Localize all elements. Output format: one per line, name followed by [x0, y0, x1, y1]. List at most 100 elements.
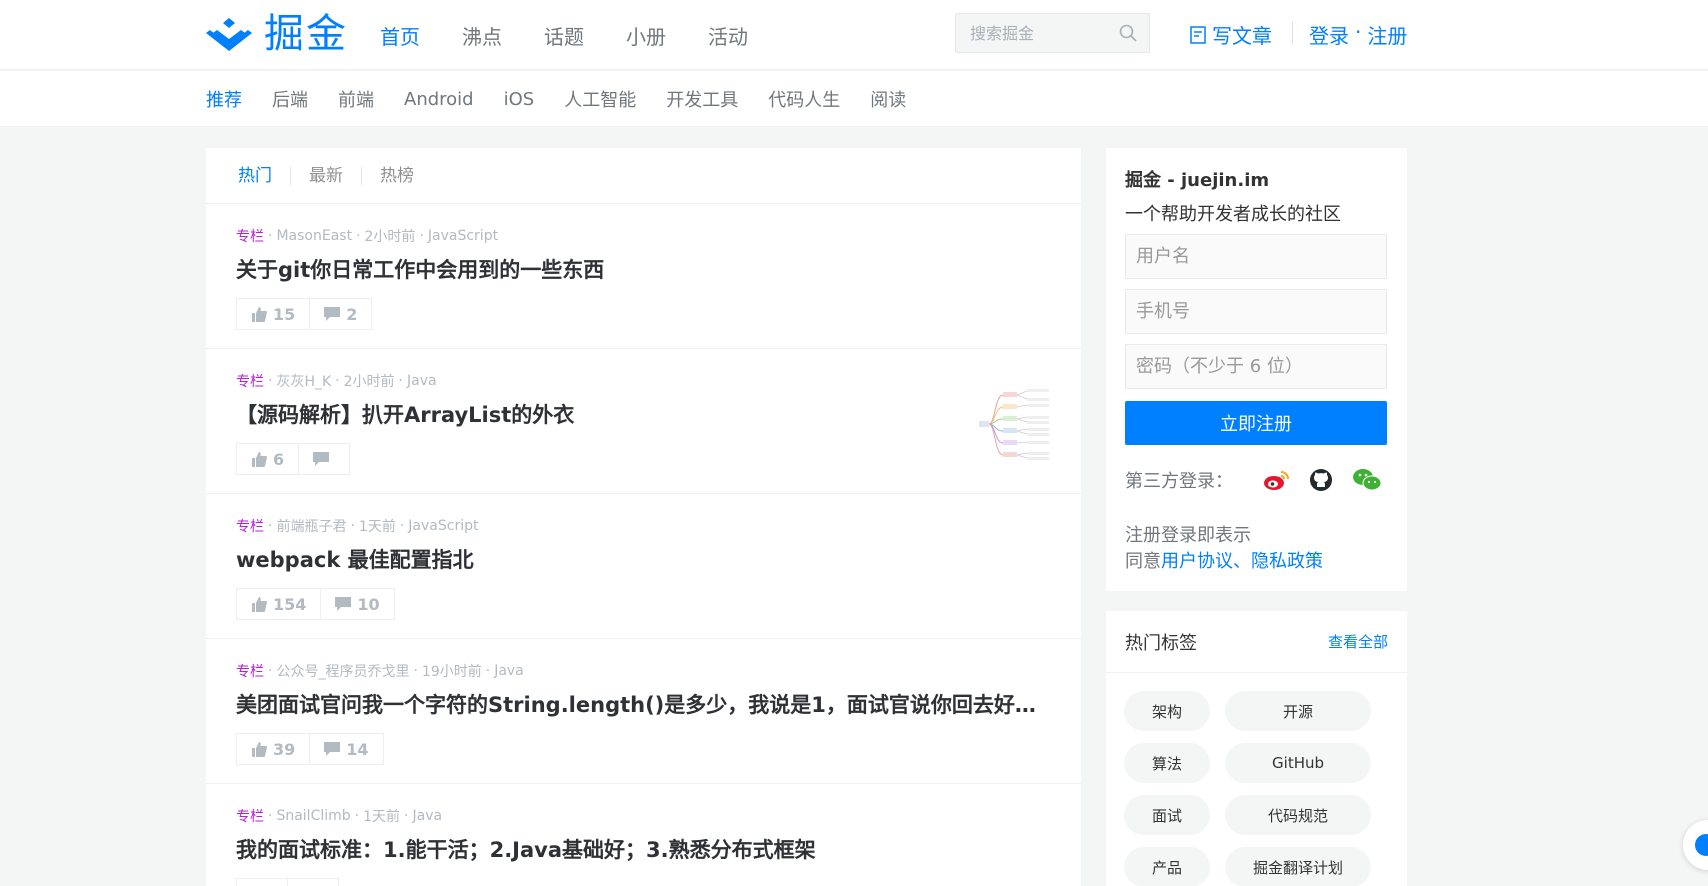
article-column[interactable]: 专栏 [236, 371, 264, 391]
article-item[interactable]: 专栏 · 前端瓶子君 · 1天前 · JavaScript webpack 最佳… [206, 494, 1081, 639]
article-tag[interactable]: Java [407, 373, 437, 389]
article-title[interactable]: 美团面试官问我一个字符的String.length()是多少，我说是1，面试官说… [236, 689, 1051, 719]
hot-tags-panel: 热门标签 查看全部 架构 开源 算法 GitHub 面试 代码规范 产品 掘金翻… [1106, 611, 1407, 886]
comment-button[interactable] [299, 443, 351, 475]
article-actions: 15 2 [236, 298, 1051, 330]
article-column[interactable]: 专栏 [236, 516, 264, 536]
category-career[interactable]: 代码人生 [768, 86, 840, 112]
article-actions: 6 [236, 443, 1051, 475]
login-link[interactable]: 登录 [1309, 20, 1349, 49]
category-frontend[interactable]: 前端 [338, 86, 374, 112]
article-meta: 专栏 · MasonEast · 2小时前 · JavaScript [236, 226, 499, 246]
category-nav: 推荐 后端 前端 Android iOS 人工智能 开发工具 代码人生 阅读 [0, 71, 1708, 127]
like-button[interactable]: 6 [236, 443, 300, 475]
article-column[interactable]: 专栏 [236, 806, 264, 826]
tag-item[interactable]: 代码规范 [1225, 795, 1372, 835]
wechat-icon[interactable] [1353, 468, 1381, 492]
tag-item[interactable]: 面试 [1124, 795, 1211, 835]
search-input[interactable] [956, 14, 1116, 52]
article-title[interactable]: 【源码解析】扒开ArrayList的外衣 [236, 399, 956, 429]
category-android[interactable]: Android [404, 89, 474, 110]
comment-button[interactable]: 2 [310, 298, 373, 330]
view-all-tags-link[interactable]: 查看全部 [1328, 631, 1388, 652]
tag-list: 架构 开源 算法 GitHub 面试 代码规范 产品 掘金翻译计划 [1106, 673, 1407, 886]
article-tag[interactable]: Java [494, 663, 524, 679]
article-time: 2小时前 [364, 229, 416, 245]
article-author[interactable]: 前端瓶子君 [276, 516, 346, 536]
article-actions [236, 878, 1051, 886]
nav-topics[interactable]: 话题 [544, 21, 584, 50]
thumbs-up-icon [252, 451, 267, 467]
article-thumbnail-mindmap[interactable] [977, 387, 1053, 463]
category-backend[interactable]: 后端 [272, 86, 308, 112]
article-time: 19小时前 [421, 664, 482, 680]
article-column[interactable]: 专栏 [236, 661, 264, 681]
username-field[interactable] [1125, 234, 1387, 279]
tab-hot[interactable]: 热门 [238, 166, 291, 185]
article-tag[interactable]: Java [412, 808, 442, 824]
article-item[interactable]: 专栏 · 灰灰H_K · 2小时前 · Java 【源码解析】扒开ArrayLi… [206, 349, 1081, 494]
juejin-logo-icon [206, 18, 252, 51]
nav-pins[interactable]: 沸点 [462, 21, 502, 50]
phone-field[interactable] [1125, 289, 1387, 334]
article-tag[interactable]: JavaScript [408, 518, 478, 534]
like-button[interactable] [236, 878, 288, 886]
article-item[interactable]: 专栏 · SnailClimb · 1天前 · Java 我的面试标准：1.能干… [206, 784, 1081, 886]
like-count: 6 [273, 449, 285, 469]
article-author[interactable]: SnailClimb [276, 808, 350, 824]
comment-button[interactable] [288, 878, 339, 886]
like-button[interactable]: 15 [236, 298, 311, 330]
tab-ranking[interactable]: 热榜 [362, 167, 432, 185]
user-agreement-link[interactable]: 用户协议 [1161, 551, 1233, 572]
terms-line1: 注册登录即表示 [1125, 525, 1251, 546]
article-title[interactable]: webpack 最佳配置指北 [236, 544, 1051, 574]
category-devtools[interactable]: 开发工具 [666, 86, 738, 112]
tag-item[interactable]: 产品 [1124, 847, 1211, 886]
article-title[interactable]: 我的面试标准：1.能干活；2.Java基础好；3.熟悉分布式框架 [236, 834, 1051, 864]
privacy-policy-link[interactable]: 隐私政策 [1251, 551, 1323, 572]
article-actions: 154 10 [236, 588, 1051, 620]
nav-events[interactable]: 活动 [708, 21, 748, 50]
like-count: 15 [273, 304, 296, 324]
write-article-button[interactable]: 写文章 [1190, 20, 1272, 49]
article-tag[interactable]: JavaScript [428, 228, 498, 244]
nav-home[interactable]: 首页 [380, 21, 420, 50]
search-icon[interactable] [1119, 24, 1137, 42]
article-column[interactable]: 专栏 [236, 226, 264, 246]
article-author[interactable]: 灰灰H_K [276, 371, 331, 391]
register-link[interactable]: 注册 [1367, 20, 1407, 49]
password-field[interactable] [1125, 344, 1387, 389]
thumbs-up-icon [252, 741, 267, 757]
article-meta: 专栏 · 灰灰H_K · 2小时前 · Java [236, 371, 437, 391]
category-recommended[interactable]: 推荐 [206, 86, 242, 112]
logo[interactable]: 掘金 [206, 12, 348, 56]
weibo-icon[interactable] [1263, 469, 1289, 491]
article-item[interactable]: 专栏 · 公众号_程序员乔戈里 · 19小时前 · Java 美团面试官问我一个… [206, 639, 1081, 784]
feedback-chat-button[interactable] [1683, 820, 1708, 870]
category-reading[interactable]: 阅读 [870, 86, 906, 112]
category-ai[interactable]: 人工智能 [564, 86, 636, 112]
tag-item[interactable]: 架构 [1124, 691, 1211, 731]
category-ios[interactable]: iOS [504, 89, 535, 110]
tag-item[interactable]: 掘金翻译计划 [1225, 847, 1372, 886]
comment-icon [324, 742, 341, 756]
article-title[interactable]: 关于git你日常工作中会用到的一些东西 [236, 254, 1051, 284]
article-item[interactable]: 专栏 · MasonEast · 2小时前 · JavaScript 关于git… [206, 204, 1081, 349]
like-button[interactable]: 39 [236, 733, 311, 765]
like-button[interactable]: 154 [236, 588, 322, 620]
hot-tags-header: 热门标签 查看全部 [1106, 611, 1407, 673]
article-time: 1天前 [358, 519, 396, 535]
nav-books[interactable]: 小册 [626, 21, 666, 50]
register-button[interactable]: 立即注册 [1125, 401, 1387, 445]
third-party-label: 第三方登录： [1125, 471, 1233, 492]
terms-sep: 、 [1233, 551, 1251, 572]
tag-item[interactable]: GitHub [1225, 743, 1372, 783]
article-author[interactable]: MasonEast [276, 228, 352, 244]
github-icon[interactable] [1309, 468, 1333, 492]
tag-item[interactable]: 开源 [1225, 691, 1372, 731]
tab-latest[interactable]: 最新 [291, 166, 362, 185]
article-author[interactable]: 公众号_程序员乔戈里 [276, 661, 409, 681]
comment-button[interactable]: 14 [310, 733, 384, 765]
comment-button[interactable]: 10 [321, 588, 395, 620]
tag-item[interactable]: 算法 [1124, 743, 1211, 783]
